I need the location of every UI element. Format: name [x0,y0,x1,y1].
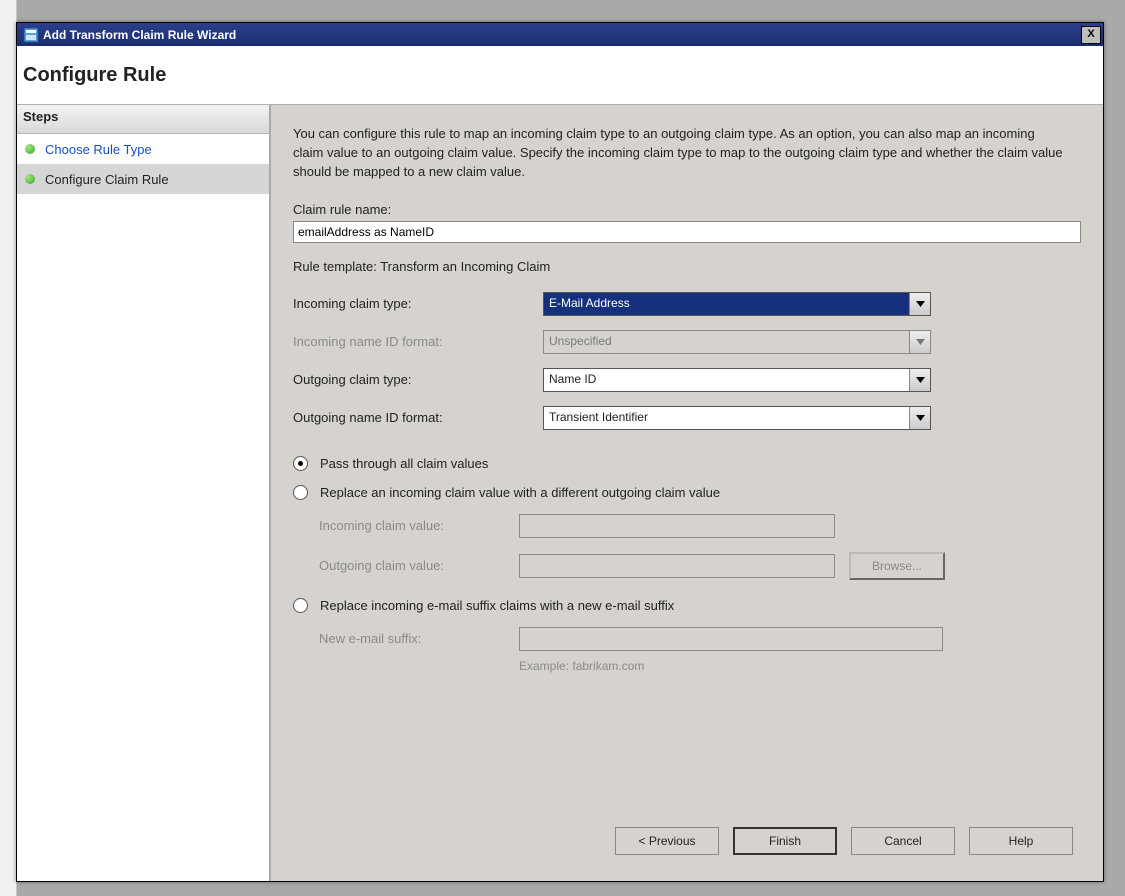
left-gutter [0,0,17,896]
browse-button: Browse... [849,552,945,580]
step-label: Configure Claim Rule [45,172,169,187]
radio-pass-through[interactable] [293,456,308,471]
wizard-window: Add Transform Claim Rule Wizard X Config… [16,22,1104,882]
outgoing-claim-type-combo[interactable]: Name ID [543,368,931,392]
steps-heading: Steps [17,105,269,134]
radio-replace-value[interactable] [293,485,308,500]
outgoing-claim-value-input [519,554,835,578]
page-title: Configure Rule [23,64,166,87]
finish-button[interactable]: Finish [733,827,837,855]
step-label: Choose Rule Type [45,142,152,157]
step-configure-claim-rule[interactable]: Configure Claim Rule [17,164,269,194]
titlebar: Add Transform Claim Rule Wizard X [17,23,1103,46]
chevron-down-icon [909,407,930,429]
close-button[interactable]: X [1081,26,1101,44]
help-button[interactable]: Help [969,827,1073,855]
step-bullet-icon [25,174,35,184]
suffix-example-text: Example: fabrikam.com [519,659,1081,673]
radio-replace-suffix[interactable] [293,598,308,613]
incoming-claim-value-input [519,514,835,538]
incoming-claim-type-combo[interactable]: E-Mail Address [543,292,931,316]
radio-replace-suffix-label: Replace incoming e-mail suffix claims wi… [320,598,674,613]
chevron-down-icon [909,369,930,391]
steps-sidebar: Steps Choose Rule Type Configure Claim R… [17,105,271,881]
new-email-suffix-label: New e-mail suffix: [319,631,519,646]
radio-replace-value-label: Replace an incoming claim value with a d… [320,485,720,500]
button-bar: < Previous Finish Cancel Help [293,809,1081,881]
cancel-button[interactable]: Cancel [851,827,955,855]
close-icon: X [1087,28,1094,40]
incoming-name-id-format-combo: Unspecified [543,330,931,354]
intro-text: You can configure this rule to map an in… [293,125,1063,182]
rule-name-input[interactable] [293,221,1081,243]
new-email-suffix-input [519,627,943,651]
radio-pass-through-label: Pass through all claim values [320,456,488,471]
previous-button[interactable]: < Previous [615,827,719,855]
step-bullet-icon [25,144,35,154]
chevron-down-icon [909,331,930,353]
incoming-claim-value-label: Incoming claim value: [319,518,519,533]
replace-suffix-block: New e-mail suffix: Example: fabrikam.com [319,627,1081,673]
wizard-icon [23,27,39,43]
incoming-name-id-format-label: Incoming name ID format: [293,334,543,349]
combo-value: E-Mail Address [544,293,909,315]
replace-value-block: Incoming claim value: Outgoing claim val… [319,514,1081,580]
outgoing-claim-type-label: Outgoing claim type: [293,372,543,387]
rule-name-label: Claim rule name: [293,202,1081,217]
combo-value: Name ID [544,369,909,391]
rule-template-text: Rule template: Transform an Incoming Cla… [293,259,1081,274]
outgoing-name-id-format-combo[interactable]: Transient Identifier [543,406,931,430]
step-choose-rule-type[interactable]: Choose Rule Type [17,134,269,164]
page-header: Configure Rule [17,46,1103,105]
combo-value: Unspecified [544,331,909,353]
chevron-down-icon [909,293,930,315]
outgoing-claim-value-label: Outgoing claim value: [319,558,519,573]
window-title: Add Transform Claim Rule Wizard [43,28,1081,42]
body: Steps Choose Rule Type Configure Claim R… [17,105,1103,881]
outgoing-name-id-format-label: Outgoing name ID format: [293,410,543,425]
main-panel: You can configure this rule to map an in… [271,105,1103,881]
combo-value: Transient Identifier [544,407,909,429]
incoming-claim-type-label: Incoming claim type: [293,296,543,311]
